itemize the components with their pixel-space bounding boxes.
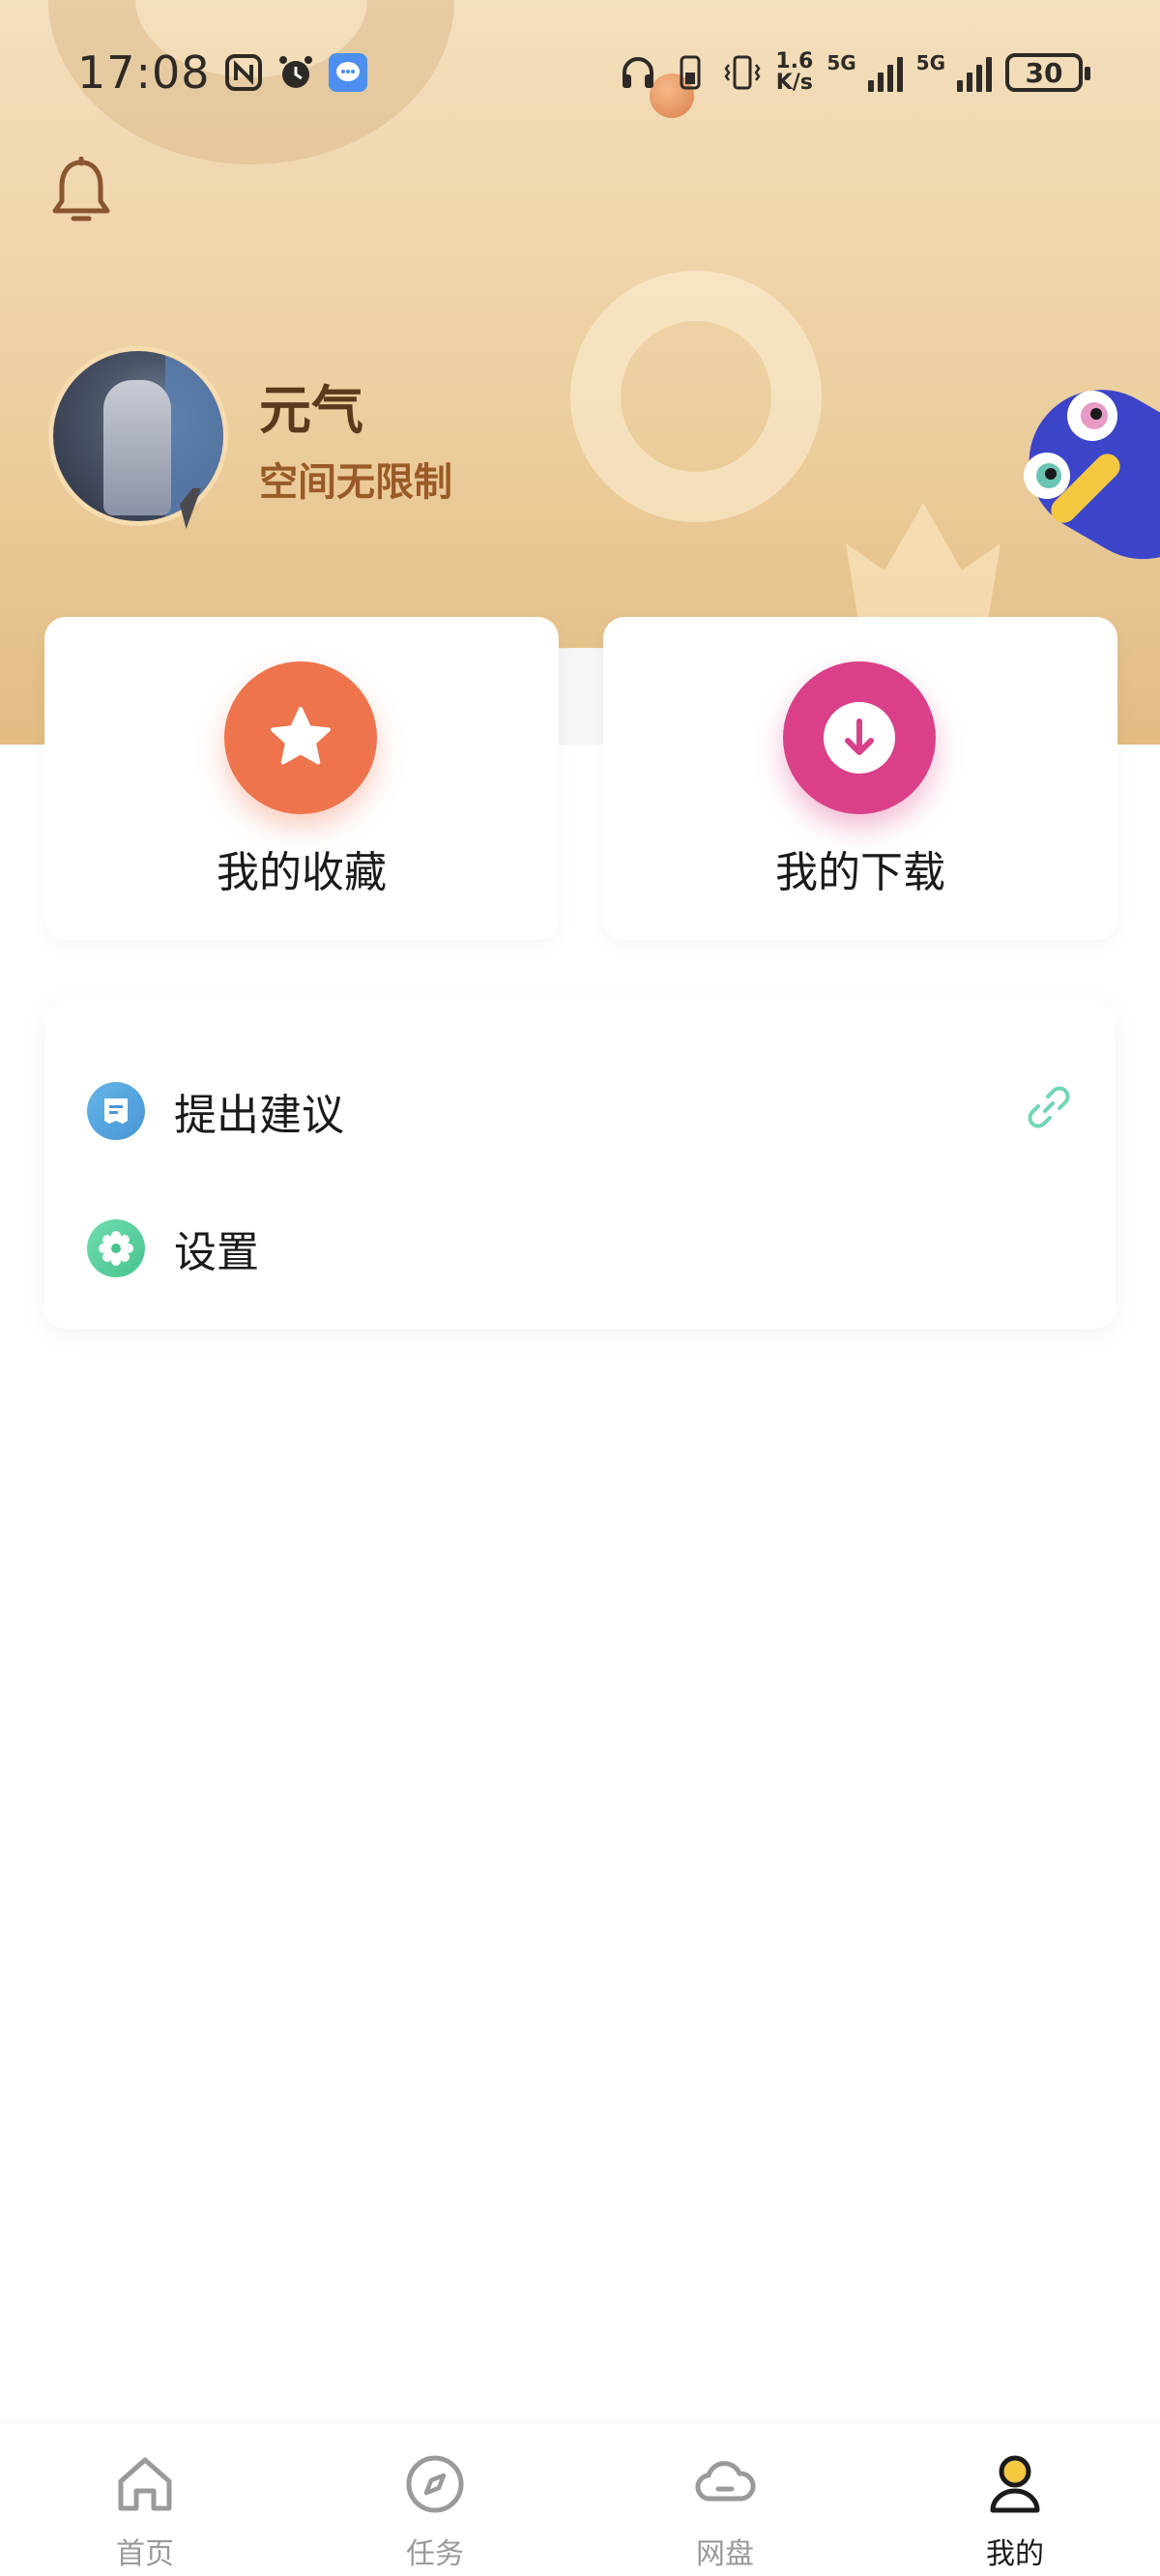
nav-item-cloud-drive[interactable]: 网盘 <box>580 2423 870 2576</box>
link-icon <box>1028 1086 1070 1128</box>
home-icon <box>118 2457 172 2511</box>
network-speed: 1.6 K/s <box>775 51 813 94</box>
status-time: 17:08 <box>77 46 211 99</box>
download-icon <box>783 661 936 814</box>
menu-item-label: 提出建议 <box>174 1091 344 1140</box>
gear-icon <box>87 1219 145 1277</box>
compass-icon <box>406 2455 464 2513</box>
favorites-card[interactable]: 我的收藏 <box>44 617 559 940</box>
decor-ring <box>570 271 822 522</box>
favorites-label: 我的收藏 <box>217 848 387 897</box>
phone-battery-icon <box>671 53 710 92</box>
nav-item-me[interactable]: 我的 <box>870 2423 1160 2576</box>
nav-label: 任务 <box>406 2537 464 2571</box>
bottom-navigation: 首页 任务 网盘 我的 <box>0 2422 1160 2576</box>
signal-strength-icon <box>867 53 903 92</box>
user-icon <box>990 2455 1040 2513</box>
nav-label: 我的 <box>986 2537 1044 2571</box>
storage-status: 空间无限制 <box>259 460 452 505</box>
nav-label: 网盘 <box>696 2537 754 2571</box>
star-icon <box>224 661 377 814</box>
bell-icon[interactable] <box>50 157 112 230</box>
downloads-card[interactable]: 我的下载 <box>603 617 1117 940</box>
battery-indicator: 30 <box>1005 53 1090 92</box>
nav-item-home[interactable]: 首页 <box>0 2423 290 2576</box>
menu-item-feedback[interactable]: 提出建议 <box>44 1048 1116 1174</box>
status-bar: 17:08 1.6 K/s 5G 5G 30 <box>0 39 1160 106</box>
avatar[interactable] <box>48 346 228 526</box>
network-type-label: 5G <box>915 51 945 74</box>
nfc-icon <box>224 53 263 92</box>
settings-menu: 提出建议 设置 <box>44 1000 1116 1329</box>
headphones-icon <box>619 53 657 92</box>
menu-item-label: 设置 <box>174 1228 259 1277</box>
nav-label: 首页 <box>116 2537 174 2571</box>
mascot-illustration <box>1024 390 1160 560</box>
user-name[interactable]: 元气 <box>259 367 363 444</box>
signal-strength-icon <box>957 53 992 92</box>
downloads-label: 我的下载 <box>775 848 945 897</box>
cloud-icon <box>695 2461 756 2502</box>
network-speed-unit: K/s <box>775 71 813 95</box>
menu-item-settings[interactable]: 设置 <box>44 1186 1116 1311</box>
vibrate-icon <box>723 53 762 92</box>
feedback-icon <box>87 1082 145 1140</box>
nav-item-tasks[interactable]: 任务 <box>290 2423 580 2576</box>
network-type-label: 5G <box>826 51 856 74</box>
alarm-icon <box>276 53 315 92</box>
message-app-icon <box>328 53 367 92</box>
